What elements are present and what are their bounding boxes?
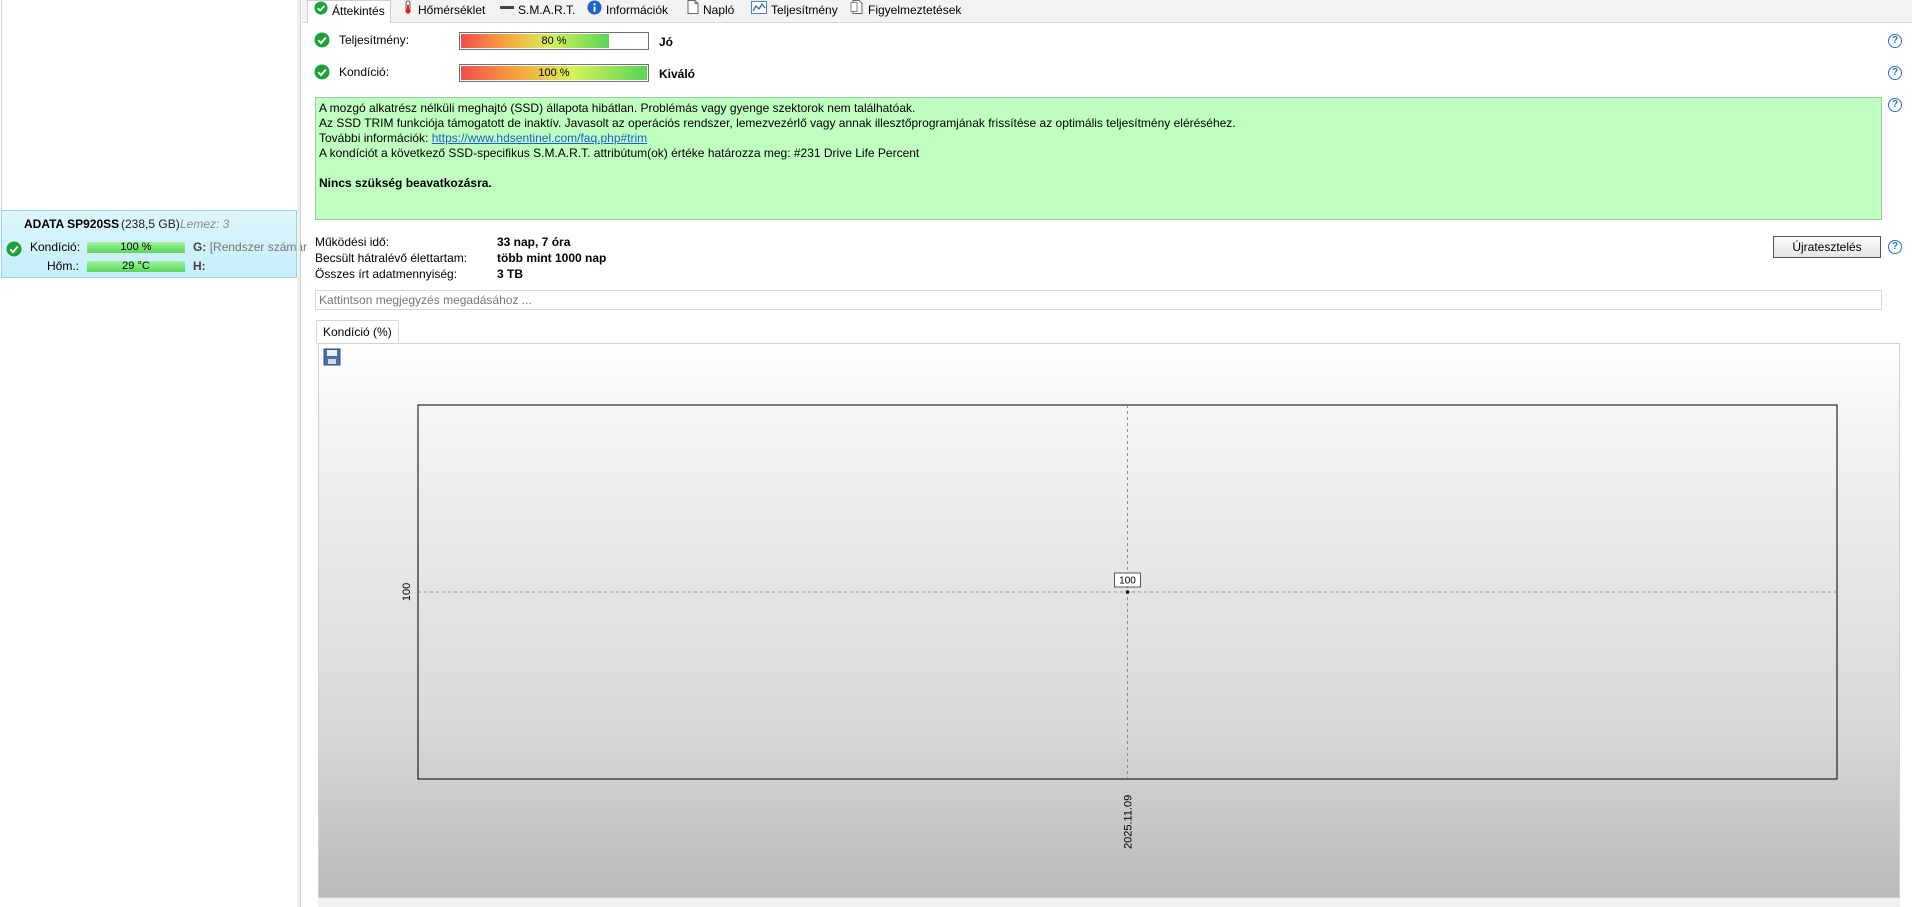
- info-icon: [587, 0, 602, 22]
- tab-info[interactable]: Információk: [587, 0, 668, 21]
- help-icon[interactable]: ?: [1888, 240, 1902, 254]
- check-circle-icon: [6, 241, 22, 260]
- tab-health-chart[interactable]: Kondíció (%): [316, 320, 399, 344]
- tab-overview-label: Áttekintés: [332, 4, 385, 18]
- health-chart-svg: 100 2025.11.09 100: [401, 404, 1838, 849]
- y-tick-label: 100: [401, 583, 413, 601]
- performance-bar: 80 %: [459, 32, 649, 50]
- total-written-label: Összes írt adatmennyiség:: [315, 267, 458, 281]
- tab-alerts[interactable]: Figyelmeztetések: [850, 0, 961, 21]
- performance-rating: Jó: [659, 35, 674, 49]
- health-label: Kondíció:: [30, 240, 81, 254]
- health-bar: 100 %: [459, 64, 649, 82]
- temp-label: Hőm.:: [47, 259, 80, 273]
- remaining-life-label: Becsült hátralévő élettartam:: [315, 251, 468, 265]
- info-conclusion: Nincs szükség beavatkozásra.: [319, 176, 492, 190]
- info-more: További információk: https://www.hdsenti…: [319, 131, 1878, 146]
- performance-label: Teljesítmény:: [339, 33, 410, 47]
- uptime-value: 33 nap, 7 óra: [497, 235, 571, 249]
- partition-g: G: [Rendszer számár: [193, 240, 307, 254]
- tab-performance[interactable]: Teljesítmény: [751, 0, 838, 21]
- data-label: 100: [1119, 576, 1136, 587]
- tab-info-label: Információk: [606, 3, 669, 18]
- health-rating: Kiváló: [659, 67, 696, 81]
- document-icon: [687, 0, 699, 21]
- health-value: 100 %: [538, 67, 570, 79]
- tab-alerts-label: Figyelmeztetések: [868, 3, 962, 17]
- tab-log-label: Napló: [703, 3, 735, 17]
- health-label: Kondíció:: [339, 65, 390, 79]
- x-tick-label: 2025.11.09: [1123, 795, 1135, 849]
- retest-button[interactable]: Újratesztelés: [1773, 236, 1881, 258]
- horizontal-scrollbar[interactable]: [318, 898, 1900, 907]
- health-chart: 100 2025.11.09 100: [318, 343, 1900, 898]
- panel-splitter[interactable]: [297, 0, 300, 907]
- info-line: A mozgó alkatrész nélküli meghajtó (SSD)…: [319, 101, 916, 115]
- uptime-label: Működési idő:: [315, 235, 390, 249]
- check-circle-icon: [314, 1, 328, 22]
- partition-h-letter: H:: [193, 259, 206, 273]
- faq-link[interactable]: https://www.hdsentinel.com/faq.php#trim: [432, 131, 647, 145]
- tab-smart[interactable]: S.M.A.R.T.: [500, 0, 575, 21]
- tab-strip: Áttekintés Hőmérséklet S.M.A.R.T. Inform…: [302, 0, 1912, 23]
- data-point: [1125, 590, 1130, 594]
- info-line: A kondíciót a következő SSD-specifikus S…: [319, 146, 920, 160]
- disk-number: Lemez: 3: [180, 217, 230, 231]
- info-more-label: További információk:: [319, 131, 429, 145]
- temp-mini-bar: 29 °C: [87, 261, 185, 272]
- total-written-value: 3 TB: [497, 267, 524, 281]
- warning-doc-icon: [850, 0, 864, 21]
- disk-name: ADATA SP920SS: [24, 217, 120, 231]
- partition-g-letter: G:: [193, 240, 207, 254]
- tab-performance-label: Teljesítmény: [771, 3, 838, 17]
- help-icon[interactable]: ?: [1888, 98, 1902, 112]
- disk-card-selected[interactable]: ADATA SP920SS (238,5 GB) Lemez: 3 Kondíc…: [1, 210, 307, 278]
- tab-overview[interactable]: Áttekintés: [307, 0, 391, 23]
- performance-value: 80 %: [541, 35, 567, 47]
- disk-list-slot[interactable]: [1, 140, 299, 211]
- disk-list-panel: ADATA SP920SS (238,5 GB) Lemez: 3 Kondíc…: [0, 0, 307, 907]
- info-line: Az SSD TRIM funkciója támogatott de inak…: [319, 116, 1236, 130]
- check-circle-icon: [314, 64, 330, 83]
- remaining-life-value: több mint 1000 nap: [497, 251, 607, 265]
- disk-list-slot[interactable]: [1, 0, 299, 141]
- disk-size: (238,5 GB): [121, 217, 180, 231]
- help-icon[interactable]: ?: [1888, 34, 1902, 48]
- status-description: A mozgó alkatrész nélküli meghajtó (SSD)…: [315, 97, 1882, 220]
- check-circle-icon: [314, 32, 330, 51]
- tab-smart-label: S.M.A.R.T.: [518, 3, 576, 17]
- health-mini-bar: 100 %: [87, 242, 185, 253]
- save-icon[interactable]: [323, 348, 341, 369]
- tab-log[interactable]: Napló: [687, 0, 734, 21]
- help-icon[interactable]: ?: [1888, 66, 1902, 80]
- partition-g-label: [Rendszer számár: [209, 240, 308, 254]
- thermometer-icon: [402, 0, 414, 21]
- dash-icon: [500, 0, 514, 21]
- tab-temperature[interactable]: Hőmérséklet: [402, 0, 485, 21]
- chart-icon: [751, 0, 767, 21]
- note-input[interactable]: Kattintson megjegyzés megadásához ...: [315, 290, 1882, 310]
- tab-temperature-label: Hőmérséklet: [418, 3, 486, 17]
